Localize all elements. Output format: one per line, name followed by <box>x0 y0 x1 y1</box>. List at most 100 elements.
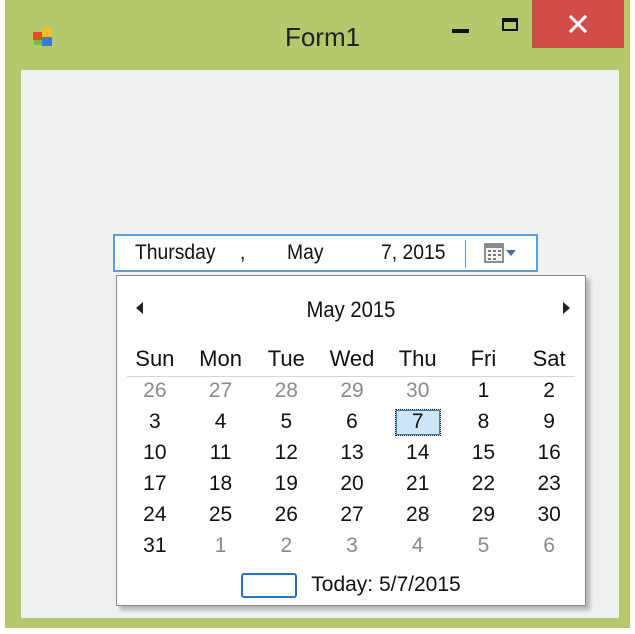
close-button[interactable] <box>532 0 624 48</box>
calendar-day-number: 14 <box>406 441 430 464</box>
weekday-header: Thu <box>398 346 437 371</box>
calendar-day-selected[interactable]: 7 <box>385 406 451 437</box>
calendar-day[interactable]: 20 <box>319 468 385 499</box>
calendar-month-title[interactable]: May 2015 <box>136 297 567 323</box>
minimize-icon <box>451 29 469 33</box>
calendar-day[interactable]: 2 <box>516 375 582 406</box>
calendar-day[interactable]: 31 <box>122 530 188 561</box>
calendar-day[interactable]: 6 <box>516 530 582 561</box>
calendar-day-number: 9 <box>543 410 555 433</box>
calendar-day[interactable]: 10 <box>122 437 188 468</box>
dtp-day-of-week[interactable]: Thursday <box>135 241 216 265</box>
title-bar[interactable]: Form1 <box>5 0 630 68</box>
calendar-day[interactable]: 29 <box>319 375 385 406</box>
calendar-day-number: 26 <box>143 379 167 402</box>
maximize-icon <box>502 17 518 31</box>
weekday-header: Fri <box>470 346 497 371</box>
dtp-comma: , <box>240 241 246 264</box>
calendar-day[interactable]: 2 <box>253 530 319 561</box>
calendar-day[interactable]: 23 <box>516 468 582 499</box>
calendar-dropdown-icon <box>484 243 516 263</box>
calendar-day[interactable]: 17 <box>122 468 188 499</box>
calendar-day[interactable]: 30 <box>516 499 582 530</box>
calendar-day-number: 3 <box>346 534 358 557</box>
calendar-day-number: 10 <box>143 441 167 464</box>
month-calendar-dropdown: May 2015 Sun Mon Tue Wed Thu Fri Sat 26 27 28 29 30… <box>116 275 586 606</box>
calendar-day-number: 31 <box>143 534 167 557</box>
calendar-day-number: 18 <box>208 472 233 495</box>
calendar-day-number: 23 <box>537 472 561 495</box>
weekday-header: Sat <box>532 346 566 371</box>
calendar-day-number: 6 <box>346 410 358 433</box>
calendar-day-number: 8 <box>477 410 490 433</box>
calendar-day-number: 21 <box>406 472 430 495</box>
minimize-button[interactable] <box>438 0 482 48</box>
calendar-day[interactable]: 30 <box>385 375 451 406</box>
calendar-day[interactable]: 5 <box>253 406 319 437</box>
today-label[interactable]: Today: 5/7/2015 <box>311 573 460 597</box>
calendar-day-number: 11 <box>209 441 232 464</box>
today-row[interactable]: Today: 5/7/2015 <box>117 569 585 601</box>
calendar-day[interactable]: 28 <box>385 499 451 530</box>
calendar-day[interactable]: 15 <box>451 437 517 468</box>
calendar-day-number: 28 <box>274 379 298 402</box>
calendar-day[interactable]: 24 <box>122 499 188 530</box>
calendar-day[interactable]: 18 <box>188 468 254 499</box>
calendar-day[interactable]: 12 <box>253 437 319 468</box>
calendar-day[interactable]: 3 <box>122 406 188 437</box>
calendar-day-number: 26 <box>274 503 298 526</box>
calendar-day[interactable]: 14 <box>385 437 451 468</box>
calendar-day-number: 27 <box>208 379 233 402</box>
today-marker <box>241 572 298 598</box>
calendar-day-number: 5 <box>280 410 293 433</box>
calendar-day-number: 2 <box>543 379 555 402</box>
calendar-day-number: 13 <box>340 441 364 464</box>
calendar-day[interactable]: 8 <box>451 406 517 437</box>
calendar-day[interactable]: 22 <box>451 468 517 499</box>
calendar-grid: Sun Mon Tue Wed Thu Fri Sat 26 27 28 29 30 1 2 3 4 5 6 7 8 9… <box>122 343 582 561</box>
calendar-day-number: 16 <box>537 441 561 464</box>
calendar-day-number: 29 <box>340 379 364 402</box>
calendar-day[interactable]: 11 <box>188 437 254 468</box>
calendar-day[interactable]: 1 <box>188 530 254 561</box>
calendar-day[interactable]: 25 <box>188 499 254 530</box>
calendar-day[interactable]: 5 <box>451 530 517 561</box>
calendar-day[interactable]: 4 <box>385 530 451 561</box>
calendar-day[interactable]: 27 <box>319 499 385 530</box>
right-arrow-icon[interactable] <box>563 302 570 314</box>
calendar-day[interactable]: 28 <box>253 375 319 406</box>
calendar-day[interactable]: 19 <box>253 468 319 499</box>
date-time-picker[interactable]: Thursday , May 7, 2015 <box>113 234 538 272</box>
calendar-day[interactable]: 4 <box>188 406 254 437</box>
calendar-day-number: 22 <box>471 472 496 495</box>
calendar-day-number: 15 <box>471 441 496 464</box>
calendar-day-number: 7 <box>411 410 424 433</box>
calendar-day[interactable]: 3 <box>319 530 385 561</box>
calendar-day[interactable]: 29 <box>451 499 517 530</box>
calendar-day[interactable]: 21 <box>385 468 451 499</box>
calendar-day[interactable]: 26 <box>122 375 188 406</box>
weekday-header: Wed <box>329 346 375 371</box>
calendar-day-number: 5 <box>477 534 490 557</box>
calendar-day-number: 29 <box>471 503 496 526</box>
dtp-dropdown-button[interactable] <box>466 236 536 270</box>
calendar-day[interactable]: 9 <box>516 406 582 437</box>
calendar-day-number: 20 <box>340 472 364 495</box>
calendar-day[interactable]: 27 <box>188 375 254 406</box>
calendar-day[interactable]: 26 <box>253 499 319 530</box>
calendar-day[interactable]: 1 <box>451 375 517 406</box>
calendar-day-number: 28 <box>406 503 430 526</box>
calendar-day-number: 12 <box>274 441 298 464</box>
calendar-day[interactable]: 13 <box>319 437 385 468</box>
calendar-day-number: 30 <box>537 503 561 526</box>
calendar-day-number: 4 <box>411 534 424 557</box>
dtp-month[interactable]: May <box>287 241 324 265</box>
calendar-day[interactable]: 6 <box>319 406 385 437</box>
calendar-day-number: 30 <box>406 379 430 402</box>
calendar-day-number: 2 <box>280 534 293 557</box>
calendar-day-number: 19 <box>274 472 298 495</box>
maximize-button[interactable] <box>488 0 532 48</box>
dtp-day-year[interactable]: 7, 2015 <box>381 241 445 265</box>
calendar-day[interactable]: 16 <box>516 437 582 468</box>
close-icon <box>568 14 588 34</box>
